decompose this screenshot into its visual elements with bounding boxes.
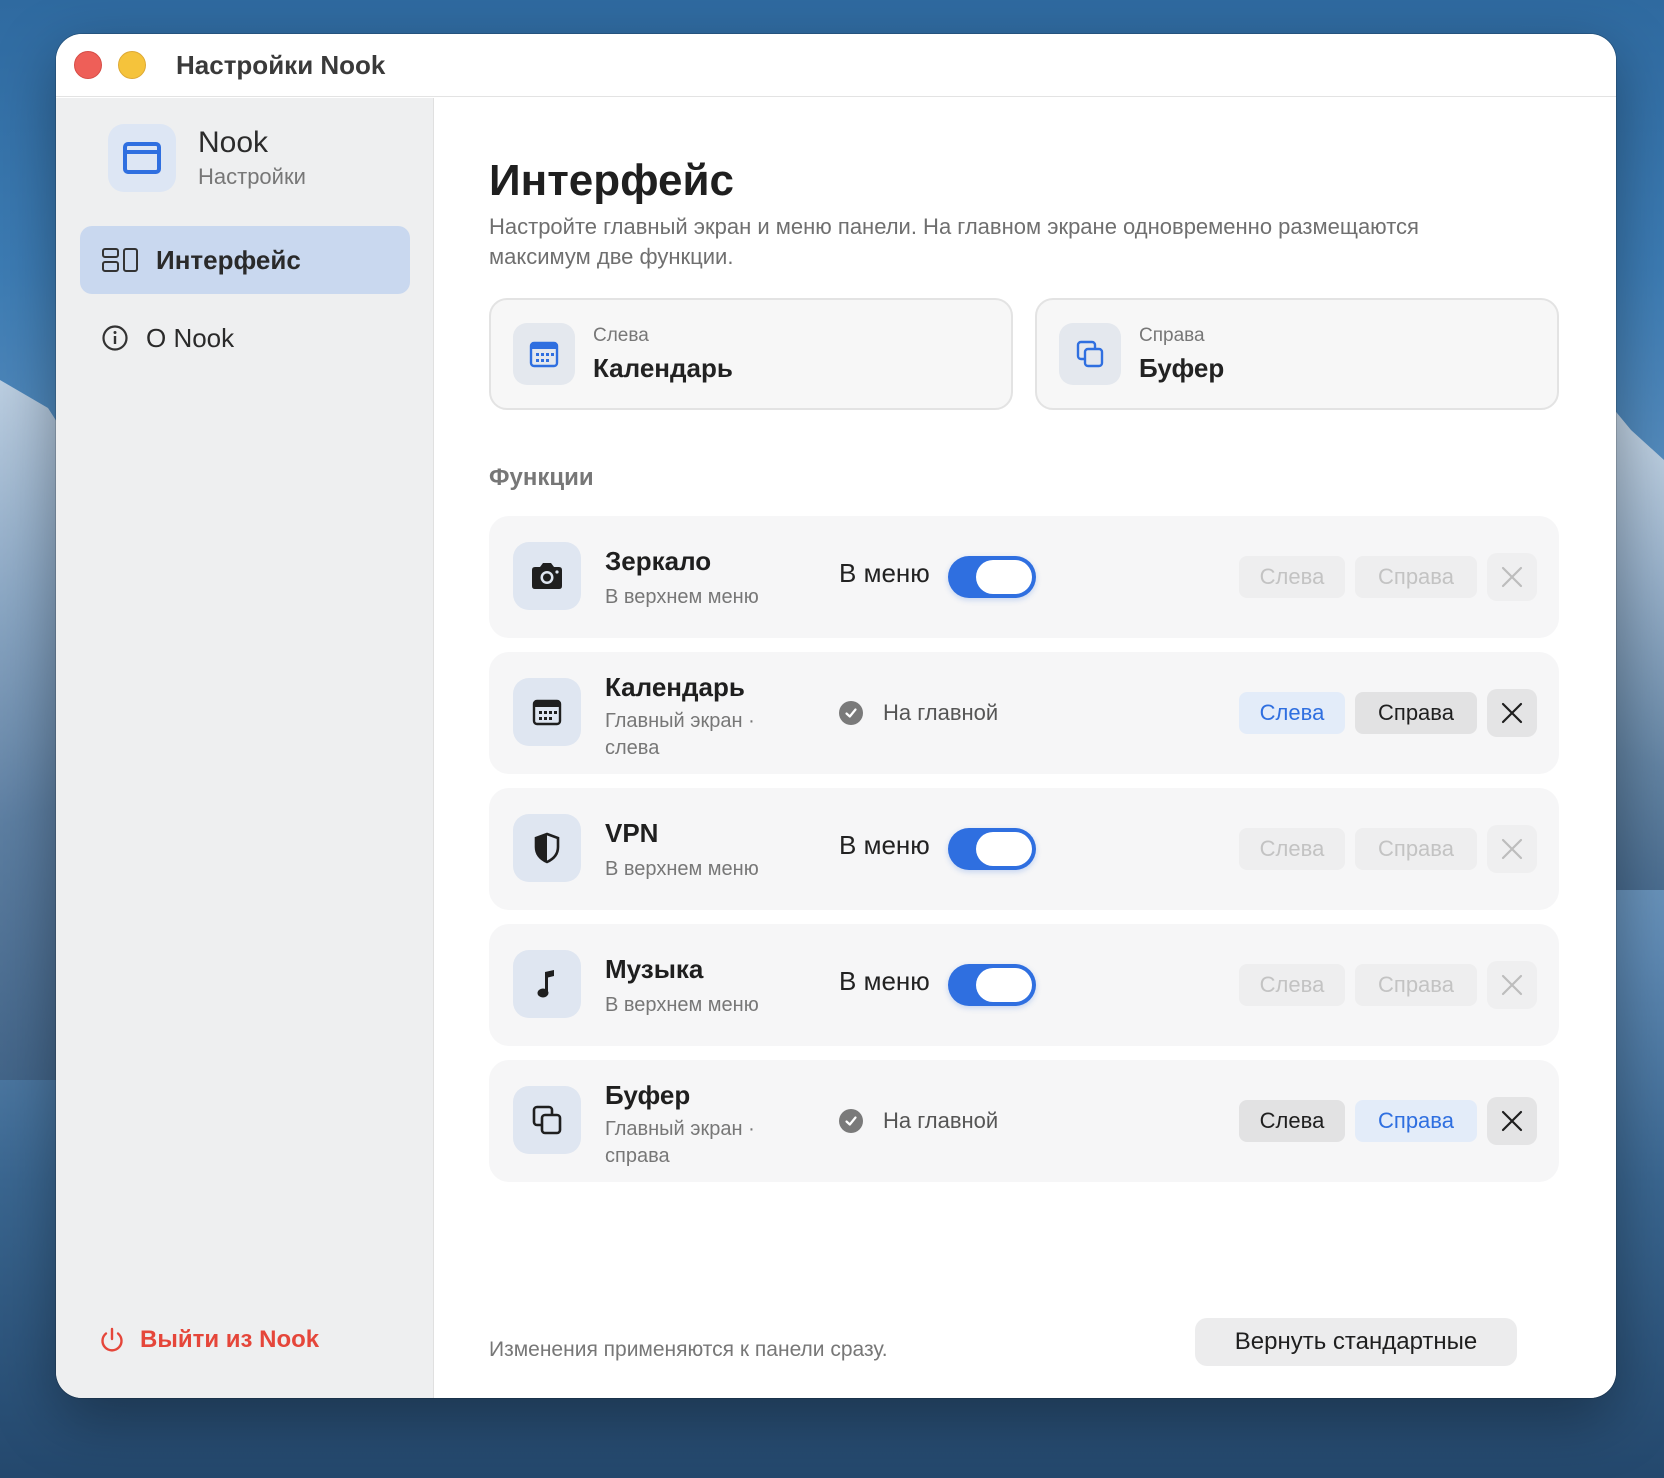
page-title: Интерфейс [489, 156, 735, 205]
logout-button[interactable]: Выйти из Nook [98, 1326, 319, 1354]
settings-window: Настройки Nook Nook Настройки Интерфейс [56, 34, 1616, 1398]
layout-icon [102, 248, 140, 272]
close-icon [1501, 1110, 1523, 1132]
close-window-button[interactable] [74, 51, 102, 79]
place-left-button[interactable]: Слева [1239, 692, 1345, 734]
feature-name: VPN [605, 818, 659, 848]
home-state: На главной [839, 700, 998, 726]
home-state-label: На главной [883, 700, 999, 725]
slot-caption: Слева [593, 324, 649, 346]
home-slot-left[interactable]: Слева Календарь [489, 298, 1013, 410]
minimize-window-button[interactable] [118, 51, 146, 79]
calendar-icon [513, 323, 575, 385]
place-left-button[interactable]: Слева [1239, 556, 1345, 598]
camera-icon [513, 542, 581, 610]
close-icon [1501, 702, 1523, 724]
reset-defaults-button[interactable]: Вернуть стандартные [1195, 1318, 1517, 1366]
home-state-label: На главной [883, 1108, 999, 1133]
menu-state-label: В меню [839, 830, 930, 860]
place-right-button[interactable]: Справа [1355, 828, 1477, 870]
slot-value: Календарь [593, 352, 733, 383]
close-icon [1501, 974, 1523, 996]
remove-button[interactable] [1487, 961, 1537, 1009]
menu-toggle[interactable] [948, 556, 1036, 598]
menu-state-label: В меню [839, 558, 930, 588]
app-name: Nook [198, 126, 269, 159]
place-right-button[interactable]: Справа [1355, 1100, 1477, 1142]
app-header: Nook Настройки [108, 124, 306, 192]
sidebar-item-label: Интерфейс [156, 244, 301, 275]
feature-subtitle: В верхнем меню [605, 586, 759, 608]
footer-note: Изменения применяются к панели сразу. [489, 1338, 888, 1361]
section-title: Функции [489, 464, 594, 491]
feature-row-vpn: VPN В верхнем меню В меню Слева Справа [489, 788, 1559, 910]
feature-subtitle: В верхнем меню [605, 994, 759, 1016]
home-slot-right[interactable]: Справа Буфер [1035, 298, 1559, 410]
remove-button[interactable] [1487, 1097, 1537, 1145]
sidebar-item-interface[interactable]: Интерфейс [80, 226, 410, 294]
place-left-button[interactable]: Слева [1239, 1100, 1345, 1142]
app-subtitle: Настройки [198, 164, 306, 189]
feature-row-mirror: Зеркало В верхнем меню В меню Слева Спра… [489, 516, 1559, 638]
place-left-button[interactable]: Слева [1239, 964, 1345, 1006]
feature-name: Зеркало [605, 546, 712, 576]
feature-subtitle: В верхнем меню [605, 858, 759, 880]
feature-name: Буфер [605, 1080, 691, 1110]
feature-subtitle: Главный экран · справа [605, 1118, 755, 1167]
power-icon [101, 1327, 123, 1352]
titlebar: Настройки Nook [56, 34, 1616, 97]
menu-state-label: В меню [839, 966, 930, 996]
checkmark-icon [839, 1109, 863, 1133]
sidebar-item-label: O Nook [146, 322, 235, 353]
place-right-button[interactable]: Справа [1355, 556, 1477, 598]
app-window-icon [108, 124, 176, 192]
feature-row-calendar: Календарь Главный экран · слева На главн… [489, 652, 1559, 774]
feature-row-clipboard: Буфер Главный экран · справа На главной … [489, 1060, 1559, 1182]
close-icon [1501, 566, 1523, 588]
clipboard-icon [513, 1086, 581, 1154]
slot-value: Буфер [1139, 352, 1225, 383]
close-icon [1501, 838, 1523, 860]
feature-row-music: Музыка В верхнем меню В меню Слева Справ… [489, 924, 1559, 1046]
feature-subtitle: Главный экран · слева [605, 710, 755, 759]
sidebar: Nook Настройки Интерфейс O Nook Выйти из… [56, 98, 434, 1398]
checkmark-icon [839, 701, 863, 725]
logout-label: Выйти из Nook [140, 1326, 320, 1353]
remove-button[interactable] [1487, 689, 1537, 737]
info-icon [102, 325, 130, 351]
main-content: Интерфейс Настройте главный экран и меню… [435, 98, 1616, 1398]
feature-name: Музыка [605, 954, 704, 984]
shield-icon [513, 814, 581, 882]
slot-caption: Справа [1139, 324, 1205, 346]
menu-toggle[interactable] [948, 828, 1036, 870]
calendar-icon [513, 678, 581, 746]
place-right-button[interactable]: Справа [1355, 692, 1477, 734]
window-title: Настройки Nook [176, 49, 386, 80]
page-description: Настройте главный экран и меню панели. Н… [489, 214, 1419, 269]
remove-button[interactable] [1487, 553, 1537, 601]
music-note-icon [513, 950, 581, 1018]
sidebar-item-about[interactable]: O Nook [80, 304, 410, 372]
remove-button[interactable] [1487, 825, 1537, 873]
home-state: На главной [839, 1108, 998, 1134]
place-right-button[interactable]: Справа [1355, 964, 1477, 1006]
menu-toggle[interactable] [948, 964, 1036, 1006]
feature-name: Календарь [605, 672, 745, 702]
clipboard-icon [1059, 323, 1121, 385]
place-left-button[interactable]: Слева [1239, 828, 1345, 870]
